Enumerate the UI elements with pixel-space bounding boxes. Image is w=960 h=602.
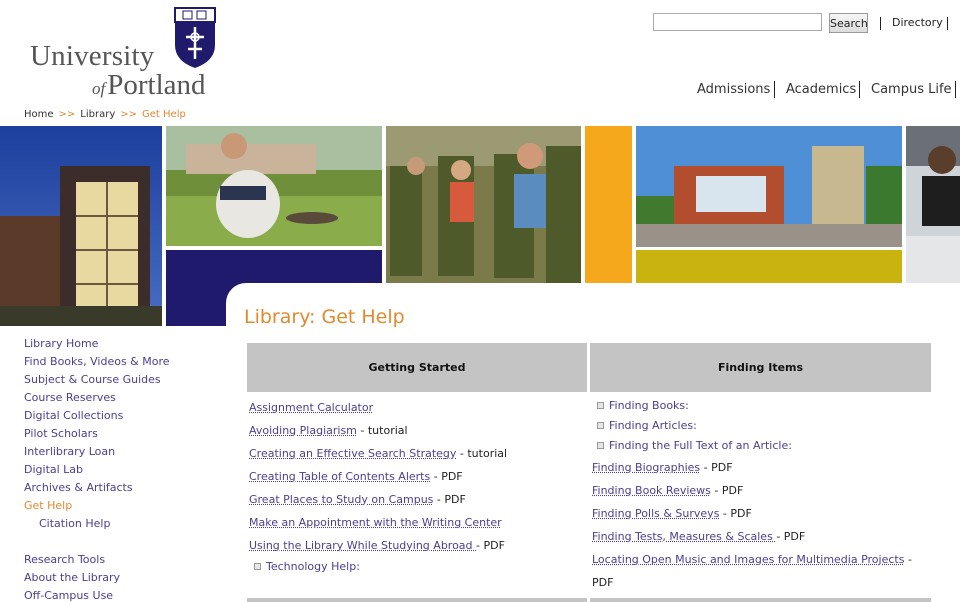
list-item: Creating an Effective Search Strategy - … [249, 447, 507, 460]
link-open-music-images[interactable]: Locating Open Music and Images for Multi… [592, 553, 904, 566]
nav-campus-life[interactable]: Campus Life [871, 82, 952, 97]
expandable-label[interactable]: Technology Help: [266, 560, 360, 573]
list-item: Finding Polls & Surveys - PDF [592, 507, 752, 520]
sidebar-item-get-help[interactable]: Get Help [24, 499, 72, 512]
item-suffix: - tutorial [356, 424, 408, 437]
sidebar-item-find-books[interactable]: Find Books, Videos & More [24, 355, 170, 368]
sidebar-item-research-tools[interactable]: Research Tools [24, 553, 105, 566]
list-item: Avoiding Plagiarism - tutorial [249, 424, 408, 437]
banner-photo-campus-building [636, 126, 902, 247]
item-suffix: - PDF [430, 470, 463, 483]
expandable-label[interactable]: Finding the Full Text of an Article: [609, 439, 792, 452]
sidebar-item-course-reserves[interactable]: Course Reserves [24, 391, 116, 404]
banner-gold-block [585, 126, 632, 283]
list-item: Make an Appointment with the Writing Cen… [249, 516, 502, 529]
list-item: Locating Open Music and Images for Multi… [592, 553, 912, 566]
banner-photo-student-computer [906, 126, 960, 283]
university-seal-icon [174, 7, 216, 68]
link-assignment-calculator[interactable]: Assignment Calculator [249, 401, 373, 414]
header-separator [880, 17, 881, 30]
expandable-label[interactable]: Finding Articles: [609, 419, 697, 432]
nav-separator [859, 81, 860, 98]
item-suffix: PDF [592, 576, 614, 589]
link-avoiding-plagiarism[interactable]: Avoiding Plagiarism [249, 424, 357, 437]
header-separator [947, 17, 948, 30]
logo-word-of: of [92, 79, 106, 98]
item-suffix: - PDF [700, 461, 733, 474]
expandable-item-finding-books[interactable]: Finding Books: [597, 399, 689, 412]
banner-olive-block [636, 250, 902, 283]
link-writing-center[interactable]: Make an Appointment with the Writing Cen… [249, 516, 502, 529]
sidebar-item-digital-lab[interactable]: Digital Lab [24, 463, 83, 476]
item-suffix: - PDF [433, 493, 466, 506]
breadcrumb-separator: >> [58, 109, 76, 120]
column-header-label: Finding Items [717, 361, 804, 374]
university-logo[interactable]: University ofPortland [28, 6, 238, 102]
sidebar-item-library-home[interactable]: Library Home [24, 337, 98, 350]
search-button[interactable]: Search [829, 13, 868, 33]
link-toc-alerts[interactable]: Creating Table of Contents Alerts [249, 470, 430, 483]
column-header-label: Getting Started [368, 361, 466, 374]
expand-plus-icon[interactable] [597, 442, 604, 449]
sidebar-item-pilot-scholars[interactable]: Pilot Scholars [24, 427, 98, 440]
item-suffix: - PDF [476, 539, 505, 552]
nav-academics[interactable]: Academics [786, 82, 856, 97]
list-item-wrap: PDF [592, 576, 613, 589]
banner-photo-library-building [0, 126, 162, 326]
breadcrumb-separator: >> [120, 109, 138, 120]
link-finding-book-reviews[interactable]: Finding Book Reviews [592, 484, 711, 497]
link-search-strategy[interactable]: Creating an Effective Search Strategy [249, 447, 456, 460]
expandable-item-full-text[interactable]: Finding the Full Text of an Article: [597, 439, 792, 452]
nav-separator [774, 81, 775, 98]
sidebar-item-citation-help[interactable]: Citation Help [39, 517, 110, 530]
logo-word-portland-text: Portland [107, 69, 206, 101]
banner-photo-students-seated [386, 126, 581, 283]
list-item: Finding Biographies - PDF [592, 461, 733, 474]
link-places-to-study[interactable]: Great Places to Study on Campus [249, 493, 433, 506]
column-header-finding-items: Finding Items [590, 343, 931, 392]
item-suffix: - tutorial [456, 447, 508, 460]
sidebar-item-subject-guides[interactable]: Subject & Course Guides [24, 373, 161, 386]
breadcrumb-library[interactable]: Library [80, 109, 115, 120]
link-finding-polls[interactable]: Finding Polls & Surveys [592, 507, 719, 520]
expandable-item-technology-help[interactable]: Technology Help: [254, 560, 360, 573]
list-item: Finding Book Reviews - PDF [592, 484, 743, 497]
list-item: Great Places to Study on Campus - PDF [249, 493, 466, 506]
expand-plus-icon[interactable] [597, 402, 604, 409]
table-footer-bar [590, 598, 931, 602]
link-studying-abroad[interactable]: Using the Library While Studying Abroad [249, 539, 476, 552]
sidebar-item-about-library[interactable]: About the Library [24, 571, 120, 584]
page-title: Library: Get Help [244, 306, 405, 328]
logo-word-portland: ofPortland [92, 69, 206, 102]
list-item: Using the Library While Studying Abroad … [249, 539, 505, 552]
breadcrumb: Home >> Library >> Get Help [24, 109, 186, 120]
link-finding-tests[interactable]: Finding Tests, Measures & Scales [592, 530, 776, 543]
sidebar-item-archives-artifacts[interactable]: Archives & Artifacts [24, 481, 133, 494]
item-suffix: - [904, 553, 912, 566]
table-footer-bar [247, 598, 587, 602]
search-input[interactable] [653, 13, 822, 31]
item-suffix: - PDF [710, 484, 744, 497]
sidebar-item-interlibrary-loan[interactable]: Interlibrary Loan [24, 445, 115, 458]
expandable-label[interactable]: Finding Books: [609, 399, 689, 412]
expandable-item-finding-articles[interactable]: Finding Articles: [597, 419, 697, 432]
directory-link[interactable]: Directory [892, 16, 943, 29]
link-finding-biographies[interactable]: Finding Biographies [592, 461, 700, 474]
list-item: Finding Tests, Measures & Scales - PDF [592, 530, 805, 543]
item-suffix: - PDF [776, 530, 806, 543]
nav-separator [955, 81, 956, 98]
column-header-getting-started: Getting Started [247, 343, 587, 392]
sidebar-item-off-campus-use[interactable]: Off-Campus Use [24, 589, 113, 602]
breadcrumb-current: Get Help [142, 109, 186, 120]
list-item: Creating Table of Contents Alerts - PDF [249, 470, 463, 483]
nav-admissions[interactable]: Admissions [697, 82, 770, 97]
expand-plus-icon[interactable] [254, 563, 261, 570]
sidebar-item-digital-collections[interactable]: Digital Collections [24, 409, 123, 422]
expand-plus-icon[interactable] [597, 422, 604, 429]
list-item: Assignment Calculator [249, 401, 373, 414]
banner-photo-student-reading [166, 126, 382, 246]
item-suffix: - PDF [719, 507, 752, 520]
breadcrumb-home[interactable]: Home [24, 109, 54, 120]
